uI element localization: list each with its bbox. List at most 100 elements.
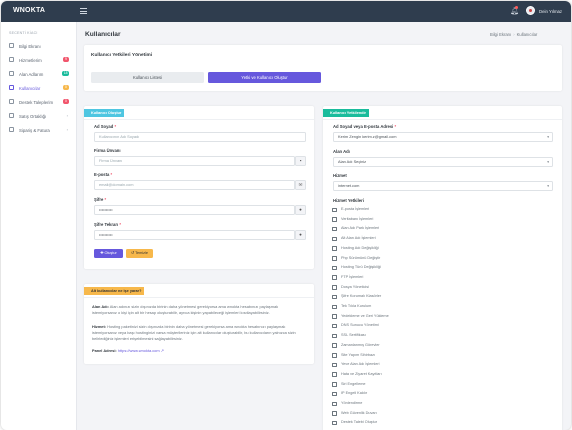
username[interactable]: Dein Yılmaz (539, 9, 562, 14)
permission-checkbox[interactable] (332, 333, 337, 339)
permission-label: Php Sürümünü Değiştir (341, 255, 381, 260)
name-input[interactable]: Kullanıcının Adı Soyadı (94, 132, 306, 142)
permission-checkbox[interactable] (332, 207, 337, 212)
sidebar-item-dashboard[interactable]: Bilgi Ekranı (1, 40, 77, 52)
password-repeat-input[interactable]: •••••••••• (94, 230, 295, 240)
breadcrumb-current: Kullanıcılar (516, 32, 538, 37)
permission-label: Web Güvenlik Duvarı (341, 410, 377, 415)
company-input[interactable]: Firma Ünvanı (94, 156, 295, 166)
service-label: Hizmet (333, 173, 347, 178)
email-input[interactable]: email@domain.com (94, 180, 295, 190)
service-select[interactable]: internet.com ▾ (333, 181, 553, 191)
chevron-down-icon: ▾ (547, 135, 549, 139)
permission-checkbox[interactable] (332, 304, 337, 309)
sidebar-item-orders[interactable]: Sipariş & Fatura › (1, 124, 77, 136)
sidebar-item-support[interactable]: Destek Taleplerim 0 (1, 96, 77, 108)
password-input[interactable]: •••••••••• (94, 205, 295, 215)
permission-checkbox[interactable] (332, 275, 337, 280)
sidebar-item-services[interactable]: Hizmetlerim 9 (1, 54, 77, 66)
permission-label: E-posta İşlemleri (341, 207, 370, 211)
card-header: Kullanıcı Yetkilendir (323, 106, 562, 120)
panel-link[interactable]: https://www.wnokta.com (118, 348, 160, 353)
sidebar-item-label: Destek Taleplerim (19, 99, 54, 105)
user-label: Ad Soyad veya E-posta Adresi * (333, 124, 397, 129)
sidebar-item-users[interactable]: Kullanıcılar 0 (1, 82, 77, 94)
permission-checkbox[interactable] (332, 246, 337, 251)
permission-checkbox[interactable] (332, 285, 337, 290)
permission-label: Yedekleme ve Geri Yükleme (341, 313, 389, 318)
permission-checkbox[interactable] (332, 226, 337, 232)
permission-checkbox[interactable] (332, 401, 337, 406)
chevron-down-icon: ▾ (547, 160, 549, 164)
permission-checkbox[interactable] (332, 391, 337, 397)
sidebar-item-affiliate[interactable]: Satış Ortaklığı › (1, 110, 77, 122)
sidebar-section-title: SECENTİ KİACI (9, 31, 38, 35)
card-title: Kullanıcı Yetkileri Yönetimi (91, 53, 153, 58)
info-domain-text: Alan Adı: Alan adınızı sizin dışınızda b… (92, 304, 279, 315)
logo[interactable]: WNOKTA (13, 7, 45, 14)
top-navbar: WNOKTA 🔔︎ Dein Yılmaz (1, 1, 571, 22)
permission-checkbox[interactable] (332, 323, 337, 329)
clear-button[interactable]: ↺ Temizle (126, 249, 153, 258)
create-button[interactable]: ✚ Oluştur (94, 249, 123, 258)
permission-checkbox[interactable] (332, 256, 337, 261)
permission-checkbox[interactable] (332, 353, 337, 358)
user-permissions-card: Kullanıcı Yetkileri Yönetimi Kullanıcı L… (84, 45, 562, 91)
sidebar-item-domains[interactable]: Alan Adlarım 18 (1, 68, 77, 80)
permission-label: Tek Tıkla Kurulum (341, 304, 372, 308)
sidebar-item-label: Sipariş & Fatura (19, 127, 50, 133)
chevron-right-icon: › (66, 113, 68, 118)
permission-checkbox[interactable] (332, 314, 337, 319)
permission-checkbox[interactable] (332, 343, 337, 348)
permission-label: Dosya Yöneticisi (341, 284, 369, 289)
permission-label: Hosting Adı Değişikliği (341, 245, 379, 250)
permission-label: Alan Adı Park İşlemleri (341, 226, 380, 231)
permission-checkbox[interactable] (332, 382, 337, 387)
tab-user-list[interactable]: Kullanıcı Listesi (91, 72, 204, 83)
permission-checkbox[interactable] (332, 236, 337, 242)
domain-select[interactable]: Alan Adı Seçiniz ▾ (333, 157, 553, 167)
cart-icon (9, 127, 14, 132)
permission-label: Site Yapım Sihirbazı (341, 352, 376, 357)
permission-checkbox[interactable] (332, 411, 337, 416)
permission-checkbox[interactable] (332, 372, 337, 377)
avatar[interactable] (526, 6, 535, 15)
users-icon (9, 85, 14, 90)
info-header: Alt kullanıcılar ne işe yarar? (84, 287, 145, 295)
permission-label: Destek Talebi Oluştur (341, 420, 378, 425)
permission-label: Alt Alan Adı İşlemleri (341, 236, 376, 241)
sidebar-item-label: Alan Adlarım (19, 71, 44, 77)
sidebar-item-label: Satış Ortaklığı (19, 113, 47, 119)
sidebar-item-label: Bilgi Ekranı (19, 43, 41, 49)
permission-checkbox[interactable] (332, 217, 337, 222)
create-user-header: Kullanıcı Oluştur (84, 109, 125, 117)
permission-label: DNS Sunucu Yönetimi (341, 323, 379, 328)
eye-icon[interactable]: ● (295, 230, 306, 240)
permission-label: FTP İşlemleri (341, 274, 364, 279)
permission-label: SSL Sertifikası (341, 333, 366, 338)
services-badge: 9 (63, 57, 69, 62)
hamburger-icon[interactable] (80, 8, 87, 14)
support-icon (9, 99, 14, 104)
page-title: Kullanıcılar (85, 31, 121, 38)
permission-label: Şifre Korumalı Klasörler (341, 294, 382, 299)
briefcase-icon: ▪ (295, 156, 306, 166)
password-repeat-label: Şifre Tekrarı * (94, 222, 121, 227)
external-link-icon[interactable]: ↗ (161, 348, 164, 353)
permission-checkbox[interactable] (332, 294, 337, 300)
permission-label: Siri Engelleme (341, 381, 366, 386)
tab-create-user[interactable]: Yetki ve Kullanıcı Oluştur (208, 72, 321, 83)
eye-icon[interactable]: ● (295, 205, 306, 215)
user-select[interactable]: Kerim Zengin kerim.z@gmail.com ▾ (333, 132, 553, 142)
domains-badge: 18 (62, 71, 69, 76)
password-label: Şifre * (94, 197, 107, 202)
sidebar: SECENTİ KİACI Bilgi Ekranı Hizmetlerim 9… (1, 22, 77, 430)
permission-label: IP Engeli Kaldır (341, 391, 368, 396)
permission-checkbox[interactable] (332, 265, 337, 271)
services-icon (9, 57, 14, 62)
permission-checkbox[interactable] (332, 362, 337, 368)
domain-label: Alan Adı (333, 149, 350, 154)
dashboard-icon (9, 43, 14, 48)
breadcrumb-home[interactable]: Bilgi Ekranı (490, 32, 511, 37)
permission-checkbox[interactable] (332, 420, 337, 426)
